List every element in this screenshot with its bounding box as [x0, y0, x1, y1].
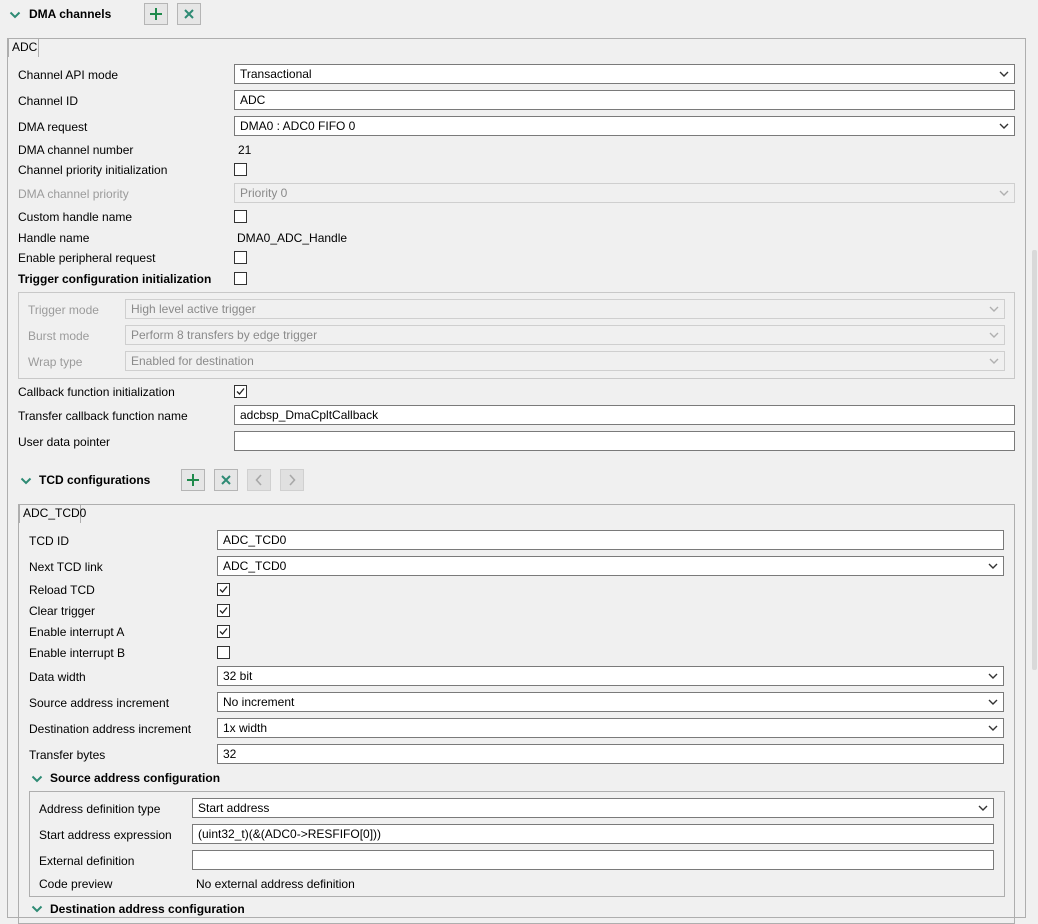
- wrap-type-select[interactable]: Enabled for destination: [125, 351, 1005, 371]
- tab-adc-tcd0[interactable]: ADC_TCD0: [19, 504, 86, 523]
- chevron-down-icon: [998, 184, 1010, 202]
- priority-init-label: Channel priority initialization: [18, 163, 168, 177]
- api-mode-label: Channel API mode: [18, 68, 119, 82]
- callback-name-input[interactable]: adcbsp_DmaCpltCallback: [234, 405, 1015, 425]
- add-channel-button[interactable]: [144, 3, 168, 25]
- plus-icon: [150, 8, 162, 20]
- dst-addr-title: Destination address configuration: [50, 902, 245, 916]
- plus-icon: [187, 474, 199, 486]
- interrupt-a-checkbox[interactable]: [217, 625, 230, 638]
- clear-trigger-checkbox[interactable]: [217, 604, 230, 617]
- interrupt-a-label: Enable interrupt A: [29, 625, 125, 639]
- data-width-label: Data width: [29, 670, 86, 684]
- dma-request-label: DMA request: [18, 120, 88, 134]
- interrupt-b-checkbox[interactable]: [217, 646, 230, 659]
- callback-name-label: Transfer callback function name: [18, 409, 188, 423]
- trigger-mode-label: Trigger mode: [28, 303, 99, 317]
- data-width-select[interactable]: 32 bit: [217, 666, 1004, 686]
- chevron-down-icon: [977, 799, 989, 817]
- src-addr-title: Source address configuration: [50, 771, 221, 785]
- scrollbar-thumb[interactable]: [1032, 250, 1037, 670]
- chevron-down-icon: [988, 326, 1000, 344]
- api-mode-select[interactable]: Transactional: [234, 64, 1015, 84]
- chevron-down-icon: [988, 352, 1000, 370]
- custom-handle-checkbox[interactable]: [234, 210, 247, 223]
- handle-name-label: Handle name: [18, 231, 90, 245]
- channel-number-label: DMA channel number: [18, 143, 134, 157]
- tcd-prev-button[interactable]: [247, 469, 271, 491]
- tcd-collapse-chevron-icon[interactable]: [20, 475, 32, 489]
- checkmark-icon: [236, 388, 245, 395]
- custom-handle-label: Custom handle name: [18, 210, 133, 224]
- code-preview-label: Code preview: [39, 877, 113, 891]
- chevron-left-icon: [255, 474, 262, 486]
- burst-mode-label: Burst mode: [28, 329, 90, 343]
- tcd-id-label: TCD ID: [29, 534, 69, 548]
- callback-init-label: Callback function initialization: [18, 385, 175, 399]
- start-expr-label: Start address expression: [39, 828, 172, 842]
- add-tcd-button[interactable]: [181, 469, 205, 491]
- src-addr-collapse-chevron-icon[interactable]: [31, 773, 43, 787]
- chevron-down-icon: [988, 300, 1000, 318]
- transfer-bytes-input[interactable]: 32: [217, 744, 1004, 764]
- code-preview-value: No external address definition: [196, 877, 355, 891]
- src-increment-label: Source address increment: [29, 696, 170, 710]
- ext-def-label: External definition: [39, 854, 135, 868]
- ext-def-input[interactable]: [192, 850, 994, 870]
- chevron-down-icon: [998, 65, 1010, 83]
- trigger-init-label: Trigger configuration initialization: [18, 272, 212, 286]
- tcd-id-input[interactable]: ADC_TCD0: [217, 530, 1004, 550]
- addr-def-type-label: Address definition type: [39, 802, 161, 816]
- vertical-scrollbar[interactable]: [1030, 0, 1038, 908]
- chevron-right-icon: [289, 474, 296, 486]
- channel-number-value: 21: [238, 143, 252, 157]
- priority-select[interactable]: Priority 0: [234, 183, 1015, 203]
- chevron-down-icon: [998, 117, 1010, 135]
- collapse-chevron-icon[interactable]: [9, 9, 21, 23]
- interrupt-b-label: Enable interrupt B: [29, 646, 126, 660]
- checkmark-icon: [219, 607, 228, 614]
- priority-init-checkbox[interactable]: [234, 163, 247, 176]
- enable-periph-checkbox[interactable]: [234, 251, 247, 264]
- clear-trigger-label: Clear trigger: [29, 604, 96, 618]
- handle-name-value: DMA0_ADC_Handle: [237, 231, 348, 245]
- priority-label: DMA channel priority: [18, 187, 129, 201]
- reload-tcd-checkbox[interactable]: [217, 583, 230, 596]
- dma-request-select[interactable]: DMA0 : ADC0 FIFO 0: [234, 116, 1015, 136]
- dst-increment-select[interactable]: 1x width: [217, 718, 1004, 738]
- checkmark-icon: [219, 628, 228, 635]
- checkmark-icon: [219, 586, 228, 593]
- dst-addr-collapse-chevron-icon[interactable]: [31, 903, 43, 917]
- tcd-title: TCD configurations: [39, 473, 151, 487]
- tab-adc[interactable]: ADC: [8, 38, 39, 57]
- remove-tcd-button[interactable]: [214, 469, 238, 491]
- user-data-label: User data pointer: [18, 435, 111, 449]
- dst-increment-label: Destination address increment: [29, 722, 192, 736]
- chevron-down-icon: [987, 719, 999, 737]
- next-link-label: Next TCD link: [29, 560, 103, 574]
- enable-periph-label: Enable peripheral request: [18, 251, 156, 265]
- chevron-down-icon: [987, 557, 999, 575]
- trigger-init-checkbox[interactable]: [234, 272, 247, 285]
- wrap-type-label: Wrap type: [28, 355, 83, 369]
- src-increment-select[interactable]: No increment: [217, 692, 1004, 712]
- channel-id-label: Channel ID: [18, 94, 79, 108]
- reload-tcd-label: Reload TCD: [29, 583, 95, 597]
- trigger-mode-select[interactable]: High level active trigger: [125, 299, 1005, 319]
- callback-init-checkbox[interactable]: [234, 385, 247, 398]
- channel-id-input[interactable]: ADC: [234, 90, 1015, 110]
- chevron-down-icon: [987, 693, 999, 711]
- remove-channel-button[interactable]: [177, 3, 201, 25]
- close-icon: [221, 475, 231, 485]
- addr-def-type-select[interactable]: Start address: [192, 798, 994, 818]
- start-expr-input[interactable]: (uint32_t)(&(ADC0->RESFIFO[0])): [192, 824, 994, 844]
- burst-mode-select[interactable]: Perform 8 transfers by edge trigger: [125, 325, 1005, 345]
- transfer-bytes-label: Transfer bytes: [29, 748, 106, 762]
- close-icon: [184, 9, 194, 19]
- next-link-select[interactable]: ADC_TCD0: [217, 556, 1004, 576]
- user-data-input[interactable]: [234, 431, 1015, 451]
- tcd-next-button[interactable]: [280, 469, 304, 491]
- chevron-down-icon: [987, 667, 999, 685]
- dma-channels-title: DMA channels: [29, 7, 112, 21]
